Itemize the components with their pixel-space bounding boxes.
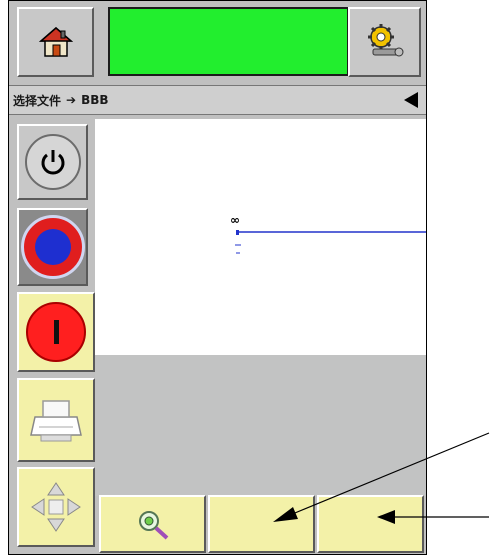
file-path-bar: 选择文件 ➔ BBB bbox=[9, 85, 426, 115]
lower-panel bbox=[95, 355, 426, 496]
start-button-face bbox=[26, 302, 86, 362]
status-display bbox=[108, 7, 349, 76]
direction-arrows-icon bbox=[31, 482, 81, 532]
path-arrow-icon: ➔ bbox=[66, 93, 77, 107]
home-button[interactable] bbox=[17, 7, 94, 77]
stop-button-face bbox=[20, 215, 85, 279]
path-parent[interactable]: 选择文件 bbox=[13, 92, 61, 109]
power-button-face bbox=[24, 134, 81, 190]
bottom-button-3[interactable] bbox=[317, 495, 424, 553]
magnifier-icon bbox=[138, 511, 168, 540]
start-button[interactable] bbox=[17, 292, 95, 372]
stop-button[interactable] bbox=[17, 208, 88, 286]
back-arrow-icon[interactable] bbox=[404, 92, 418, 108]
print-button[interactable] bbox=[17, 378, 95, 462]
preview-marks bbox=[235, 230, 426, 254]
home-icon bbox=[38, 27, 73, 57]
zoom-button[interactable] bbox=[99, 495, 206, 553]
settings-button[interactable] bbox=[348, 7, 421, 77]
start-icon bbox=[53, 320, 59, 344]
stop-icon bbox=[34, 229, 71, 265]
printer-icon bbox=[30, 400, 82, 442]
power-icon bbox=[41, 150, 64, 175]
power-button[interactable] bbox=[17, 124, 88, 200]
bottom-button-2[interactable] bbox=[208, 495, 315, 553]
gear-wrench-icon bbox=[367, 24, 403, 57]
path-current: BBB bbox=[81, 93, 109, 107]
print-preview-canvas: ∞ bbox=[95, 119, 426, 355]
direction-pad-button[interactable] bbox=[17, 467, 95, 547]
panel-frame: 选择文件 ➔ BBB ∞ bbox=[8, 0, 427, 555]
